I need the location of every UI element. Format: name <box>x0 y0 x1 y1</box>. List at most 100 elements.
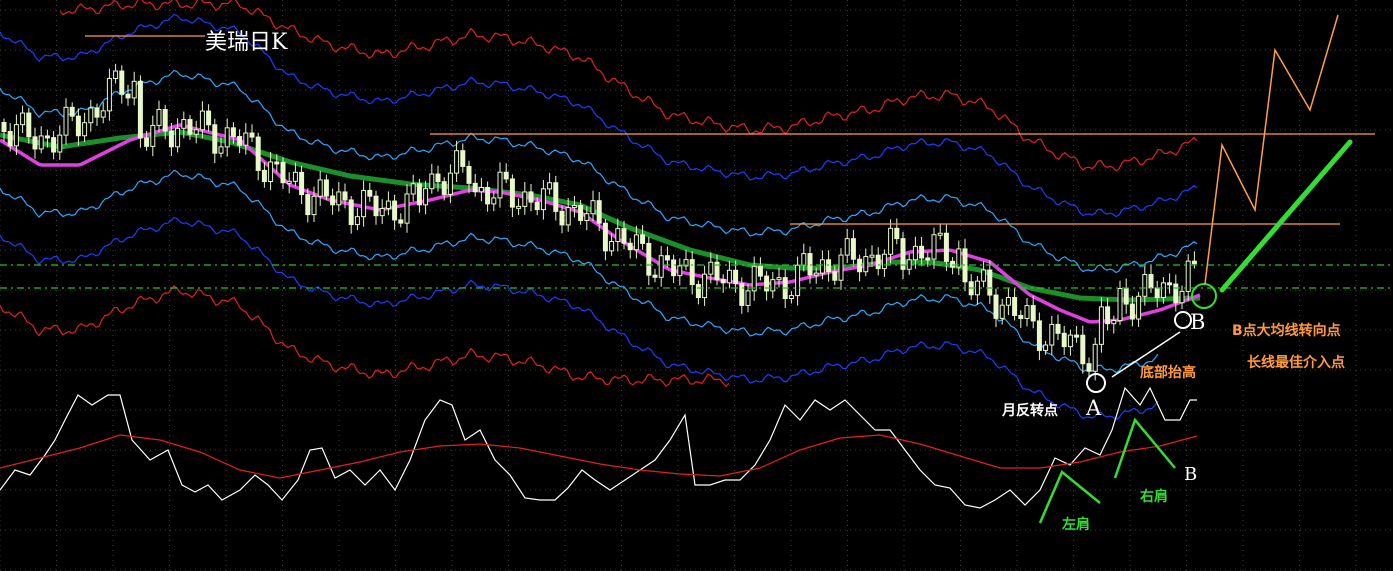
candle-body <box>987 269 993 296</box>
candle-body <box>894 227 900 240</box>
candle-body <box>38 135 44 150</box>
candle-body <box>317 179 323 197</box>
candle-body <box>156 108 162 126</box>
candle-body <box>590 200 596 215</box>
candle-body <box>113 70 119 80</box>
candle-body <box>348 199 354 226</box>
candle-body <box>299 171 305 196</box>
candle-body <box>255 136 261 171</box>
lower-mid-band <box>0 216 1159 421</box>
right-shoulder-label: 右肩 <box>1140 489 1168 505</box>
candle-body <box>454 150 460 174</box>
candle-body <box>757 265 763 277</box>
candle-body <box>94 107 100 118</box>
candle-body <box>175 127 181 148</box>
left-shoulder-label: 左肩 <box>1062 517 1090 533</box>
candle-body <box>919 245 925 259</box>
candle-body <box>342 191 348 201</box>
candle-body <box>770 279 776 292</box>
candle-body <box>844 238 850 256</box>
candle-body <box>795 264 801 297</box>
candle-body <box>392 200 398 221</box>
candle-body <box>230 127 236 138</box>
candle-body <box>280 161 286 184</box>
point-a-label: A <box>1086 396 1102 420</box>
candle-body <box>745 290 751 306</box>
candle-body <box>547 182 553 190</box>
monthly-reversal-label: 月反转点 <box>1002 403 1058 419</box>
candle-body <box>1167 282 1173 286</box>
candle-body <box>596 200 602 224</box>
candle-body <box>540 188 546 211</box>
candle-body <box>379 207 385 217</box>
candle-body <box>615 228 621 243</box>
candle-body <box>571 204 577 209</box>
candle-body <box>733 269 739 285</box>
candle-body <box>69 106 75 117</box>
candle-body <box>832 271 838 281</box>
candle-body <box>44 135 50 139</box>
lower-outer-band <box>0 285 730 388</box>
right-shoulder-mark <box>1113 417 1176 479</box>
candle-body <box>509 178 515 208</box>
candle-body <box>881 253 887 270</box>
candle-body <box>131 80 137 99</box>
candle-body <box>237 136 243 146</box>
candle-body <box>1179 290 1185 304</box>
candle-body <box>937 232 943 236</box>
candle-body <box>819 259 825 274</box>
candle-body <box>1136 295 1142 320</box>
candle-body <box>993 294 999 319</box>
candle-body <box>100 110 106 118</box>
candle-body <box>943 232 949 262</box>
candle-body <box>57 134 63 153</box>
candle-body <box>497 171 503 199</box>
candle-body <box>7 131 13 147</box>
candle-body <box>652 274 658 278</box>
candle-body <box>1061 332 1067 348</box>
candle-body <box>807 253 813 276</box>
candle-body <box>602 222 608 252</box>
candle-body <box>875 254 881 270</box>
b-turn-point-label: B点大均线转向点 <box>1232 323 1341 339</box>
candle-body <box>435 173 441 183</box>
candle-body <box>528 191 534 203</box>
candle-body <box>1005 296 1011 306</box>
candle-body <box>664 255 670 261</box>
candle-body <box>305 194 311 216</box>
candle-body <box>261 169 267 182</box>
candle-body <box>429 173 435 190</box>
candle-body <box>367 189 373 197</box>
candle-body <box>51 137 57 153</box>
candle-body <box>441 181 447 195</box>
candle-body <box>925 257 931 261</box>
candle-body <box>398 219 404 224</box>
candle-body <box>633 234 639 251</box>
candle-body <box>702 273 708 299</box>
candle-body <box>863 256 869 273</box>
candle-body <box>410 183 416 195</box>
candle-body <box>491 197 497 205</box>
candle-body <box>578 204 584 221</box>
candle-body <box>912 245 918 261</box>
candle-body <box>677 265 683 277</box>
candle-body <box>720 279 726 284</box>
candle-body <box>199 110 205 131</box>
candle-body <box>1055 323 1061 334</box>
candle-body <box>187 119 193 135</box>
candle-body <box>224 127 230 148</box>
candle-body <box>658 255 664 278</box>
projected-uptrend-line <box>1219 139 1353 293</box>
candle-body <box>162 108 168 132</box>
candle-body <box>423 188 429 206</box>
candle-body <box>689 259 695 286</box>
candle-body <box>447 172 453 195</box>
candle-body <box>776 277 782 281</box>
candle-body <box>181 119 187 129</box>
candle-body <box>1018 314 1024 319</box>
candle-body <box>671 259 677 277</box>
candle-body <box>640 234 646 244</box>
candle-body <box>931 234 937 260</box>
candle-body <box>1160 282 1166 299</box>
candle-body <box>32 136 38 150</box>
